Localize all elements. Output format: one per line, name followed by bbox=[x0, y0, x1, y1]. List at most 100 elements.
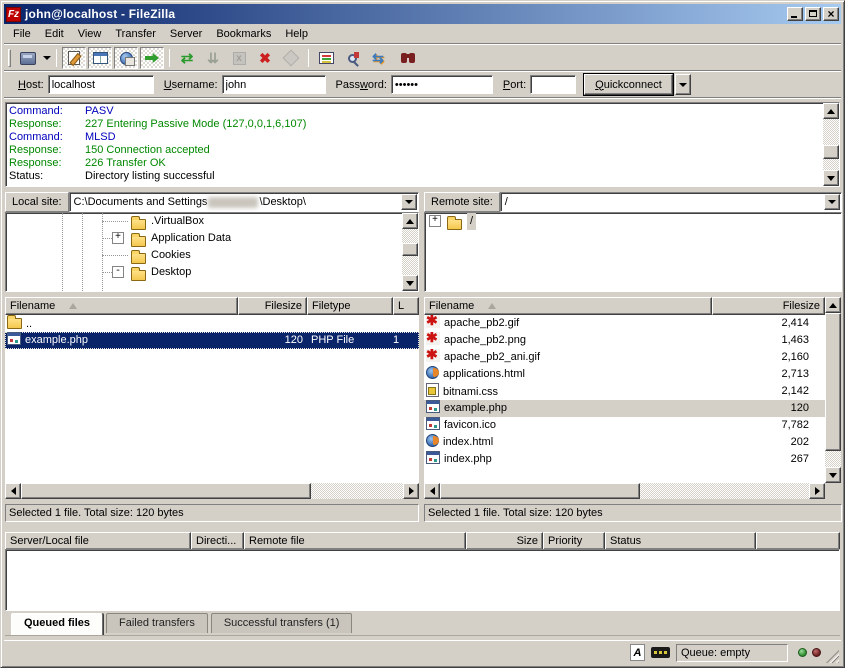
port-input[interactable] bbox=[530, 75, 576, 94]
maximize-button[interactable] bbox=[805, 7, 821, 21]
remote-list-scrollbar[interactable] bbox=[825, 297, 841, 483]
scroll-right-icon bbox=[815, 487, 820, 495]
minimize-button[interactable] bbox=[787, 7, 803, 21]
column-header-filesize[interactable]: Filesize bbox=[238, 297, 307, 315]
synchronized-browsing-button[interactable]: ⇆ bbox=[366, 47, 390, 69]
apache-image-icon bbox=[426, 332, 440, 345]
quickconnect-dropdown[interactable] bbox=[675, 74, 691, 95]
remote-list-status: Selected 1 file. Total size: 120 bytes bbox=[424, 504, 842, 522]
title-bar[interactable]: Fz john@localhost - FileZilla × bbox=[4, 4, 841, 24]
list-item-example-php[interactable]: example.php 120 PHP File 1 bbox=[5, 332, 419, 349]
menu-edit[interactable]: Edit bbox=[38, 26, 71, 43]
menu-help[interactable]: Help bbox=[278, 26, 315, 43]
host-input[interactable] bbox=[48, 75, 154, 94]
cancel-operation-button[interactable]: x bbox=[227, 47, 251, 69]
tree-item-desktop[interactable]: - Desktop bbox=[6, 264, 418, 281]
list-item[interactable]: apache_pb2_ani.gif 2,160 bbox=[424, 349, 825, 366]
process-queue-button[interactable]: ⇊ bbox=[201, 47, 225, 69]
scrollbar-thumb[interactable] bbox=[825, 313, 841, 451]
column-header-filename[interactable]: Filename bbox=[5, 297, 238, 315]
site-manager-icon bbox=[20, 52, 36, 65]
list-item-example-php[interactable]: example.php 120 bbox=[424, 400, 825, 417]
toggle-message-log-button[interactable] bbox=[62, 47, 86, 69]
reconnect-button[interactable] bbox=[279, 47, 303, 69]
list-item[interactable]: bitnami.css 2,142 bbox=[424, 383, 825, 400]
resize-grip[interactable] bbox=[826, 650, 839, 663]
local-site-combobox[interactable]: C:\Documents and Settings\Desktop\ bbox=[69, 192, 419, 212]
remote-site-dropdown[interactable] bbox=[824, 194, 840, 210]
list-item[interactable]: apache_pb2.gif 2,414 bbox=[424, 315, 825, 332]
local-directory-tree[interactable]: .VirtualBox + Application Data Cookies -… bbox=[5, 212, 419, 292]
toggle-remote-tree-button[interactable] bbox=[114, 47, 138, 69]
ascii-data-type-icon[interactable]: A bbox=[630, 644, 645, 661]
scroll-up-icon bbox=[406, 219, 414, 224]
menu-bookmarks[interactable]: Bookmarks bbox=[209, 26, 278, 43]
username-input[interactable] bbox=[222, 75, 326, 94]
directory-filters-button[interactable] bbox=[314, 47, 338, 69]
column-header-size[interactable]: Size bbox=[466, 532, 543, 550]
column-header-remote-file[interactable]: Remote file bbox=[244, 532, 466, 550]
site-manager-button[interactable] bbox=[16, 47, 40, 69]
tree-item-application-data[interactable]: + Application Data bbox=[6, 230, 418, 247]
column-header-server-local-file[interactable]: Server/Local file bbox=[5, 532, 191, 550]
folder-icon bbox=[131, 270, 146, 281]
expand-icon[interactable]: + bbox=[112, 232, 124, 244]
scrollbar-thumb[interactable] bbox=[402, 243, 418, 256]
list-item[interactable]: index.html 202 bbox=[424, 434, 825, 451]
column-header-last-modified[interactable]: L bbox=[393, 297, 419, 315]
scroll-down-icon bbox=[827, 176, 835, 181]
password-input[interactable] bbox=[391, 75, 493, 94]
scrollbar-thumb[interactable] bbox=[823, 145, 839, 159]
tree-item-virtualbox[interactable]: .VirtualBox bbox=[6, 213, 418, 230]
tree-item-root[interactable]: + / bbox=[425, 213, 841, 230]
remote-directory-tree[interactable]: + / bbox=[424, 212, 842, 292]
column-header-filesize[interactable]: Filesize bbox=[712, 297, 825, 315]
list-item[interactable]: apache_pb2.png 1,463 bbox=[424, 332, 825, 349]
scrollbar-thumb[interactable] bbox=[21, 483, 311, 499]
list-item[interactable]: favicon.ico 7,782 bbox=[424, 417, 825, 434]
toggle-local-tree-button[interactable] bbox=[88, 47, 112, 69]
remote-list-hscrollbar[interactable] bbox=[424, 483, 825, 499]
refresh-button[interactable]: ⇄ bbox=[175, 47, 199, 69]
site-manager-dropdown[interactable] bbox=[41, 47, 52, 69]
menu-view[interactable]: View bbox=[71, 26, 109, 43]
quickconnect-button[interactable]: Quickconnect bbox=[584, 74, 673, 95]
local-file-list[interactable]: .. example.php 120 PHP File 1 bbox=[5, 315, 419, 483]
remote-file-list[interactable]: apache_pb2.gif 2,414 apache_pb2.png 1,46… bbox=[424, 315, 825, 483]
speed-limits-icon[interactable] bbox=[651, 647, 670, 658]
transfer-queue-body[interactable] bbox=[5, 549, 840, 611]
tab-queued-files[interactable]: Queued files bbox=[11, 613, 103, 635]
local-list-hscrollbar[interactable] bbox=[5, 483, 419, 499]
column-header-direction[interactable]: Directi... bbox=[191, 532, 244, 550]
menu-transfer[interactable]: Transfer bbox=[108, 26, 163, 43]
menu-file[interactable]: File bbox=[6, 26, 38, 43]
php-file-icon bbox=[7, 332, 21, 345]
local-site-dropdown[interactable] bbox=[401, 194, 417, 210]
menu-server[interactable]: Server bbox=[163, 26, 209, 43]
expand-icon[interactable]: + bbox=[429, 215, 441, 227]
column-header-filetype[interactable]: Filetype bbox=[307, 297, 393, 315]
collapse-icon[interactable]: - bbox=[112, 266, 124, 278]
toggle-transfer-queue-button[interactable] bbox=[140, 47, 164, 69]
list-item[interactable]: index.php 267 bbox=[424, 451, 825, 468]
message-log[interactable]: Command:PASV Response:227 Entering Passi… bbox=[5, 102, 840, 187]
list-item-parent-dir[interactable]: .. bbox=[5, 315, 419, 332]
filezilla-logo-icon: Fz bbox=[6, 7, 21, 22]
column-header-priority[interactable]: Priority bbox=[543, 532, 605, 550]
list-item[interactable]: applications.html 2,713 bbox=[424, 366, 825, 383]
message-log-scrollbar[interactable] bbox=[823, 103, 839, 186]
compare-directories-button[interactable] bbox=[340, 47, 364, 69]
column-header-status[interactable]: Status bbox=[605, 532, 756, 550]
tab-successful-transfers[interactable]: Successful transfers (1) bbox=[211, 613, 353, 633]
disconnect-button[interactable]: ✖ bbox=[253, 47, 277, 69]
find-files-button[interactable] bbox=[392, 47, 416, 69]
local-tree-scrollbar[interactable] bbox=[402, 213, 418, 291]
scrollbar-thumb[interactable] bbox=[440, 483, 640, 499]
remote-site-label: Remote site: bbox=[424, 192, 500, 212]
remote-site-combobox[interactable]: / bbox=[500, 192, 842, 212]
tree-item-cookies[interactable]: Cookies bbox=[6, 247, 418, 264]
close-button[interactable]: × bbox=[823, 7, 839, 21]
column-header-filename[interactable]: Filename bbox=[424, 297, 712, 315]
local-list-header: Filename Filesize Filetype L bbox=[5, 297, 419, 315]
tab-failed-transfers[interactable]: Failed transfers bbox=[106, 613, 208, 633]
